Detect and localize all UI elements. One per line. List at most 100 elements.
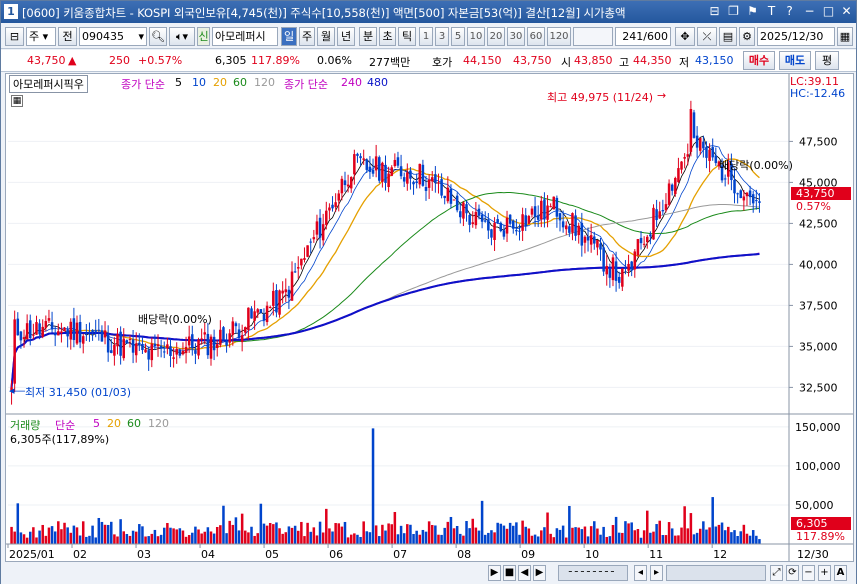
candle-body bbox=[480, 214, 484, 222]
candle-body bbox=[113, 345, 116, 356]
volume-bar bbox=[617, 532, 621, 544]
save-icon[interactable]: ▤ bbox=[719, 27, 737, 46]
candle-body bbox=[22, 337, 26, 340]
calendar-icon[interactable]: ▦ bbox=[837, 27, 853, 46]
zoom-out-icon[interactable]: − bbox=[802, 565, 815, 581]
maximize-icon[interactable]: □ bbox=[821, 4, 836, 19]
tab-year[interactable]: 년 bbox=[337, 27, 355, 46]
crosshair-icon[interactable]: ✥ bbox=[675, 27, 695, 46]
pin-icon[interactable]: ⚑ bbox=[745, 4, 760, 19]
candle-body bbox=[225, 341, 228, 346]
volume-ma-60[interactable]: 60 bbox=[127, 417, 141, 430]
custom-interval-input[interactable] bbox=[573, 27, 613, 46]
help-icon[interactable]: ? bbox=[782, 4, 797, 19]
scroll-left-icon[interactable]: ◂ bbox=[634, 565, 647, 581]
grid-toggle-icon[interactable]: ▦ bbox=[11, 95, 23, 107]
zoom-track[interactable] bbox=[666, 565, 766, 581]
volume-bar bbox=[150, 533, 154, 544]
candle-body bbox=[680, 161, 683, 170]
window-number[interactable]: 1 bbox=[4, 4, 18, 19]
volume-bar bbox=[558, 529, 562, 544]
scroll-right-icon[interactable]: ▸ bbox=[650, 565, 663, 581]
candle-body bbox=[328, 207, 331, 211]
interval-5[interactable]: 5 bbox=[451, 27, 465, 46]
buy-button[interactable]: 매수 bbox=[743, 51, 775, 70]
restore-icon[interactable]: ❐ bbox=[726, 4, 741, 19]
ma-60-legend[interactable]: 60 bbox=[233, 76, 247, 89]
ma-240-legend[interactable]: 240 bbox=[341, 76, 362, 89]
market-select[interactable]: 주 ▾ bbox=[26, 27, 56, 46]
volume-ma-120[interactable]: 120 bbox=[148, 417, 169, 430]
volume-ma-5[interactable]: 5 bbox=[93, 417, 100, 430]
ma-480-legend[interactable]: 480 bbox=[367, 76, 388, 89]
volume-bar bbox=[141, 526, 144, 544]
close-icon[interactable]: ✕ bbox=[839, 4, 854, 19]
ma-20-legend[interactable]: 20 bbox=[213, 76, 227, 89]
interval-60[interactable]: 60 bbox=[527, 27, 545, 46]
dropdown-icon[interactable]: ⊟ bbox=[5, 27, 24, 46]
text-size-icon[interactable]: A bbox=[834, 565, 847, 581]
chart-svg[interactable]: 47,50045,00042,50040,00037,50035,00032,5… bbox=[6, 74, 853, 561]
interval-30[interactable]: 30 bbox=[507, 27, 525, 46]
tab-month[interactable]: 월 bbox=[317, 27, 335, 46]
search-icon[interactable]: 🔍︎ bbox=[149, 27, 167, 46]
tab-day[interactable]: 일 bbox=[281, 27, 297, 46]
candle-body bbox=[667, 183, 671, 205]
sell-button[interactable]: 매도 bbox=[779, 51, 811, 70]
window-list-icon[interactable]: ⊟ bbox=[707, 4, 722, 19]
volume-bar bbox=[303, 536, 306, 544]
tool-icon[interactable]: ⤫ bbox=[697, 27, 717, 46]
price-tick-label: 47,500 bbox=[799, 135, 838, 148]
zoom-reset-icon[interactable]: ⟳ bbox=[786, 565, 799, 581]
zoom-in-icon[interactable]: + bbox=[818, 565, 831, 581]
date-input[interactable]: 2025/12/30 bbox=[757, 27, 835, 46]
minimize-icon[interactable]: − bbox=[802, 4, 817, 19]
interval-20[interactable]: 20 bbox=[487, 27, 505, 46]
stock-code-input[interactable]: 090435 ▾ bbox=[79, 27, 147, 46]
time-tick-label: 05 bbox=[265, 548, 279, 561]
volume-bar bbox=[309, 531, 312, 544]
scroll-slider[interactable]: ╴╴╴╴╴╴╴╴ bbox=[558, 565, 628, 581]
volume-ma-20[interactable]: 20 bbox=[107, 417, 121, 430]
zoom-fit-icon[interactable]: ⤢ bbox=[770, 565, 783, 581]
volume-bar bbox=[717, 524, 721, 544]
candle-body bbox=[412, 181, 415, 185]
volume-tick-label: 50,000 bbox=[795, 499, 834, 512]
candle-body bbox=[162, 351, 166, 353]
tab-tick[interactable]: 틱 bbox=[398, 27, 416, 46]
ma-long-legend-label[interactable]: 종가 단순 bbox=[284, 76, 328, 92]
new-badge[interactable]: 신 bbox=[197, 27, 210, 46]
ma-10-legend[interactable]: 10 bbox=[192, 76, 206, 89]
interval-120[interactable]: 120 bbox=[547, 27, 571, 46]
eval-button[interactable]: 평 bbox=[815, 51, 839, 70]
volume-bar bbox=[296, 530, 300, 544]
tab-week[interactable]: 주 bbox=[299, 27, 315, 46]
interval-3[interactable]: 3 bbox=[435, 27, 449, 46]
volume-bar bbox=[225, 533, 228, 544]
chart-area[interactable]: 47,500 45,000 42,500 40,000 37,500 35,000 32,5… bbox=[5, 73, 854, 562]
count-field[interactable]: 241/600 bbox=[615, 27, 671, 46]
volume-bar bbox=[714, 526, 718, 544]
font-icon[interactable]: T bbox=[764, 4, 779, 19]
settings-icon[interactable]: ⚙ bbox=[739, 27, 755, 46]
interval-10[interactable]: 10 bbox=[467, 27, 485, 46]
stop-icon[interactable]: ■ bbox=[503, 565, 516, 581]
speaker-icon[interactable]: 🔈︎▾ bbox=[169, 27, 195, 46]
prev-icon[interactable]: ◀ bbox=[518, 565, 531, 581]
interval-1[interactable]: 1 bbox=[419, 27, 433, 46]
chevron-down-icon[interactable]: ▾ bbox=[138, 28, 144, 45]
candle-body bbox=[309, 241, 312, 243]
volume-value: 6,305 bbox=[215, 54, 247, 67]
stock-tag[interactable]: 아모레퍼시픽우 bbox=[9, 75, 88, 93]
candle-body bbox=[549, 206, 552, 208]
ma-5-legend[interactable]: 5 bbox=[175, 76, 182, 89]
play-icon[interactable]: ▶ bbox=[488, 565, 501, 581]
next-icon[interactable]: ▶ bbox=[533, 565, 546, 581]
all-button[interactable]: 전 bbox=[58, 27, 77, 46]
toolbar: ⊟ 주 ▾ 전 090435 ▾ 🔍︎ 🔈︎▾ 신 아모레퍼시 일 주 월 년 분… bbox=[1, 24, 856, 49]
candle-body bbox=[234, 323, 238, 327]
ma-legend-label[interactable]: 종가 단순 bbox=[121, 76, 165, 92]
tab-minute[interactable]: 분 bbox=[359, 27, 377, 46]
tab-second[interactable]: 초 bbox=[379, 27, 396, 46]
ma-120-legend[interactable]: 120 bbox=[254, 76, 275, 89]
